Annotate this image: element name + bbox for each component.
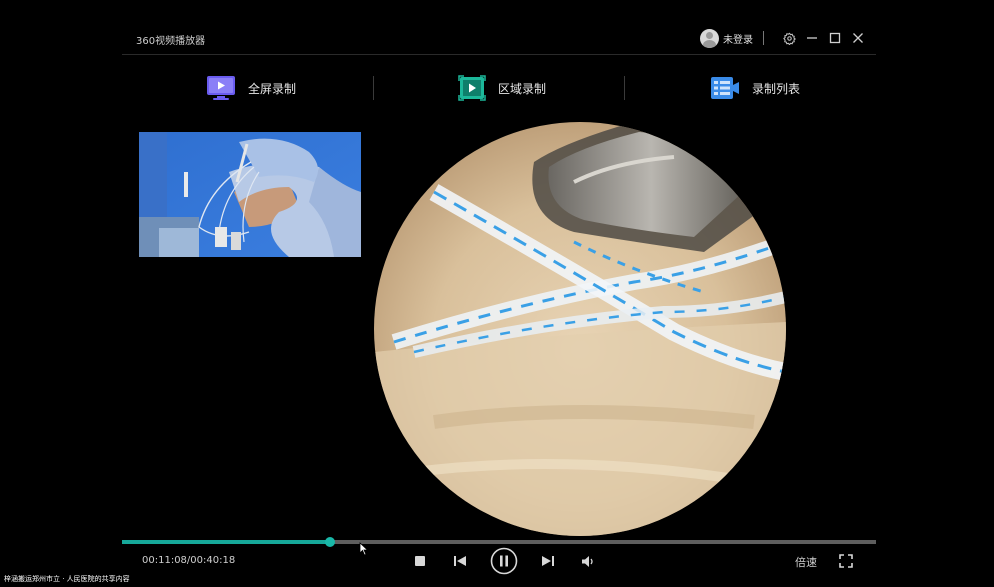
fullscreen-record-button[interactable]: 全屏录制 [206,74,296,102]
avatar-head-shape [706,31,713,39]
minimize-icon[interactable] [804,30,820,46]
picture-in-picture-frame [139,132,361,257]
endoscope-view [374,122,786,536]
toolbar-divider [373,76,374,100]
pause-icon [490,547,518,575]
title-bar: 360视频播放器 未登录 [122,22,876,55]
fullscreen-icon[interactable] [838,553,854,569]
toolbar-divider [624,76,625,100]
arthroscopic-image [374,122,786,536]
record-toolbar: 全屏录制 区域录制 录制列表 [122,62,876,114]
avatar-body-shape [703,39,716,48]
volume-icon[interactable] [580,553,596,569]
time-display: 00:11:08/00:40:18 [142,555,236,566]
maximize-icon[interactable] [827,30,843,46]
record-list-button[interactable]: 录制列表 [710,74,800,102]
record-list-label: 录制列表 [752,81,801,96]
video-player-window: 360视频播放器 未登录 全屏录制 区域录制 录制列表 00:11:08/00:… [0,0,994,587]
area-record-icon [458,75,486,101]
record-list-icon [711,77,739,99]
speed-button[interactable]: 倍速 [795,554,817,570]
title-bar-divider [763,31,764,45]
fullscreen-record-label: 全屏录制 [248,81,297,96]
pause-button[interactable] [489,546,519,576]
login-status-link[interactable]: 未登录 [723,31,753,46]
avatar[interactable] [700,28,719,48]
stop-icon[interactable] [412,553,428,569]
gear-icon[interactable] [781,30,797,46]
progress-bar[interactable] [122,537,876,547]
next-icon[interactable] [540,553,556,569]
watermark-text: 梓涵搬运郑州市立 · 人民医院的共享内容 [4,575,130,583]
playback-controls: 00:11:08/00:40:18 倍速 [122,546,876,576]
previous-icon[interactable] [452,553,468,569]
progress-fill [122,540,330,544]
title-bar-actions: 未登录 [700,28,866,48]
video-viewport[interactable] [122,118,876,538]
close-icon[interactable] [850,30,866,46]
screen-record-icon [207,76,235,100]
area-record-button[interactable]: 区域录制 [458,74,546,102]
app-title: 360视频播放器 [136,36,206,47]
area-record-label: 区域录制 [498,81,547,96]
operating-room-image [139,132,361,257]
